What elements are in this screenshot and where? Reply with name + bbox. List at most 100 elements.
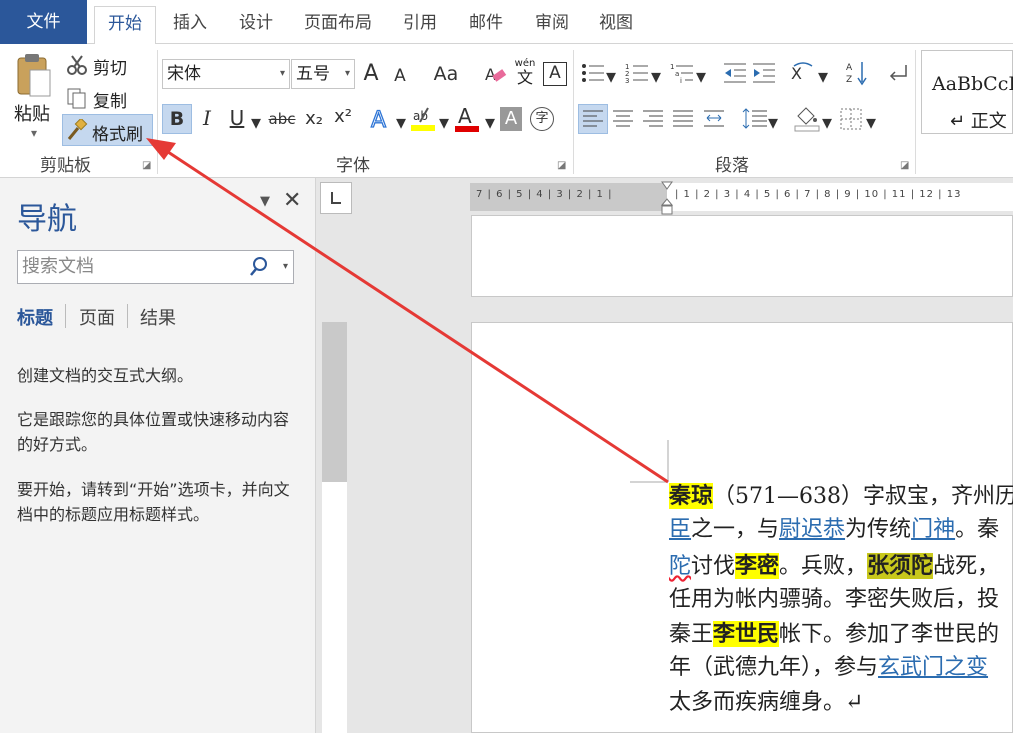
doc-line[interactable]: 太多而疾病缠身。↵ bbox=[669, 686, 863, 720]
increase-indent-icon[interactable] bbox=[752, 62, 776, 84]
format-painter-button[interactable]: 格式刷 bbox=[62, 114, 153, 146]
character-shading-icon[interactable]: A bbox=[500, 107, 522, 131]
numbering-icon[interactable]: 123 bbox=[625, 62, 649, 85]
text-effects-icon[interactable]: A bbox=[368, 106, 394, 133]
hyperlink[interactable]: 臣 bbox=[669, 517, 691, 542]
asian-layout-icon[interactable]: X bbox=[790, 62, 816, 84]
chevron-down-icon[interactable]: ▾ bbox=[768, 110, 778, 134]
doc-text: 帐下。参加了李世民的 bbox=[779, 622, 1000, 647]
cut-icon[interactable] bbox=[66, 54, 88, 76]
doc-text: 战死， bbox=[933, 554, 1000, 579]
hyperlink[interactable]: 门神 bbox=[911, 517, 955, 542]
tab-design[interactable]: 设计 bbox=[228, 6, 284, 44]
doc-line[interactable]: 陀讨伐李密。兵败，张须陀战死， bbox=[669, 549, 999, 584]
chevron-down-icon[interactable]: ▾ bbox=[866, 110, 876, 134]
doc-line[interactable]: 年（武德九年），参与玄武门之变 bbox=[669, 651, 988, 685]
indent-marker-icon[interactable] bbox=[660, 181, 674, 215]
doc-line[interactable]: 秦琼（571—638）字叔宝，齐州历 bbox=[669, 479, 1013, 514]
character-border-icon[interactable]: A bbox=[543, 62, 567, 86]
hyperlink[interactable]: 玄武门之变 bbox=[878, 655, 988, 680]
chevron-down-icon[interactable]: ▾ bbox=[696, 64, 706, 88]
align-left-button[interactable] bbox=[578, 104, 608, 134]
tab-home[interactable]: 开始 bbox=[94, 6, 156, 45]
shading-icon[interactable] bbox=[793, 104, 821, 132]
font-name-select[interactable]: 宋体 ▾ bbox=[162, 59, 290, 89]
highlight-color-icon[interactable]: ab bbox=[410, 104, 438, 134]
align-right-icon[interactable] bbox=[640, 106, 666, 132]
paste-button[interactable]: 粘贴 bbox=[14, 100, 50, 126]
tab-mailings[interactable]: 邮件 bbox=[458, 6, 514, 44]
font-size-select[interactable]: 五号 ▾ bbox=[291, 59, 355, 89]
justify-icon[interactable] bbox=[670, 106, 696, 132]
change-case-icon[interactable]: Aa bbox=[426, 62, 466, 86]
paste-icon[interactable] bbox=[14, 52, 54, 98]
chevron-down-icon[interactable]: ▾ bbox=[606, 64, 616, 88]
phonetic-guide-icon[interactable]: wén 文 bbox=[512, 58, 538, 88]
tab-view[interactable]: 视图 bbox=[588, 6, 644, 44]
tab-references[interactable]: 引用 bbox=[392, 6, 448, 44]
paste-dropdown-icon[interactable]: ▾ bbox=[31, 126, 37, 140]
tab-pages[interactable]: 页面 bbox=[79, 304, 115, 330]
chevron-down-icon[interactable]: ▾ bbox=[251, 110, 261, 134]
tab-page-layout[interactable]: 页面布局 bbox=[294, 6, 382, 44]
tab-review[interactable]: 审阅 bbox=[524, 6, 580, 44]
tab-insert[interactable]: 插入 bbox=[162, 6, 218, 44]
subscript-button[interactable]: x₂ bbox=[302, 107, 326, 131]
multilevel-list-icon[interactable]: 1ai bbox=[670, 62, 694, 85]
font-color-icon[interactable]: A bbox=[454, 104, 482, 134]
shrink-font-icon[interactable]: A bbox=[390, 64, 410, 88]
doc-text: 之一，与 bbox=[691, 517, 780, 542]
clear-formatting-icon[interactable]: A bbox=[483, 62, 507, 86]
borders-icon[interactable] bbox=[838, 106, 864, 132]
svg-text:A: A bbox=[485, 65, 496, 84]
bold-button[interactable]: B bbox=[162, 104, 192, 134]
ruler-right-ticks: | 1 | 2 | 3 | 4 | 5 | 6 | 7 | 8 | 9 | 10… bbox=[675, 189, 962, 200]
copy-button[interactable]: 复制 bbox=[93, 87, 127, 112]
chevron-down-icon[interactable]: ▾ bbox=[651, 64, 661, 88]
show-formatting-marks-icon[interactable] bbox=[886, 62, 910, 84]
chevron-down-icon[interactable]: ▾ bbox=[439, 110, 449, 134]
search-input[interactable]: 搜索文档 ▾ bbox=[17, 250, 294, 284]
tab-file[interactable]: 文件 bbox=[0, 0, 87, 44]
distributed-icon[interactable] bbox=[701, 106, 727, 132]
cut-button[interactable]: 剪切 bbox=[93, 54, 127, 79]
bullets-icon[interactable] bbox=[581, 62, 605, 84]
clipboard-launcher-icon[interactable]: ◪ bbox=[142, 160, 151, 171]
doc-line[interactable]: 任用为帐内骠骑。李密失败后，投 bbox=[669, 583, 999, 617]
copy-icon[interactable] bbox=[66, 87, 88, 109]
pane-options-icon[interactable]: ▼ bbox=[260, 194, 270, 209]
paragraph-launcher-icon[interactable]: ◪ bbox=[900, 160, 909, 171]
chevron-down-icon[interactable]: ▾ bbox=[283, 251, 288, 283]
strikethrough-button[interactable]: abc bbox=[266, 107, 298, 131]
paragraph-group-label: 段落 bbox=[715, 156, 749, 176]
hyperlink[interactable]: 陀 bbox=[669, 554, 691, 579]
tab-selector-icon[interactable] bbox=[320, 182, 352, 214]
font-launcher-icon[interactable]: ◪ bbox=[557, 160, 566, 171]
search-icon[interactable] bbox=[249, 251, 269, 283]
doc-line[interactable]: 秦王李世民帐下。参加了李世民的 bbox=[669, 617, 999, 652]
sort-icon[interactable]: AZ bbox=[845, 60, 869, 86]
grow-font-icon[interactable]: A bbox=[360, 62, 382, 86]
superscript-button[interactable]: x² bbox=[331, 105, 355, 129]
paintbrush-icon bbox=[66, 117, 88, 141]
hyperlink[interactable]: 尉迟恭 bbox=[779, 517, 845, 542]
ruler-left-ticks: 7 | 6 | 5 | 4 | 3 | 2 | 1 | bbox=[476, 189, 613, 200]
chevron-down-icon[interactable]: ▾ bbox=[396, 110, 406, 134]
chevron-down-icon[interactable]: ▾ bbox=[818, 64, 828, 88]
tab-results[interactable]: 结果 bbox=[140, 304, 176, 330]
align-center-icon[interactable] bbox=[610, 106, 636, 132]
decrease-indent-icon[interactable] bbox=[723, 62, 747, 84]
line-spacing-icon[interactable] bbox=[742, 106, 768, 132]
font-size-value: 五号 bbox=[296, 64, 330, 84]
doc-line[interactable]: 臣之一，与尉迟恭为传统门神。秦 bbox=[669, 513, 999, 547]
chevron-down-icon[interactable]: ▾ bbox=[485, 110, 495, 134]
font-color-swatch bbox=[455, 126, 479, 132]
phonetic-bottom: 文 bbox=[516, 68, 533, 87]
italic-button[interactable]: I bbox=[196, 106, 218, 130]
style-normal[interactable]: AaBbCcD ↵ 正文 bbox=[921, 50, 1013, 134]
chevron-down-icon[interactable]: ▾ bbox=[822, 110, 832, 134]
tab-headings[interactable]: 标题 bbox=[17, 304, 53, 330]
close-icon[interactable]: ✕ bbox=[283, 188, 301, 213]
underline-button[interactable]: U bbox=[226, 106, 248, 130]
enclose-characters-icon[interactable]: 字 bbox=[530, 107, 554, 131]
